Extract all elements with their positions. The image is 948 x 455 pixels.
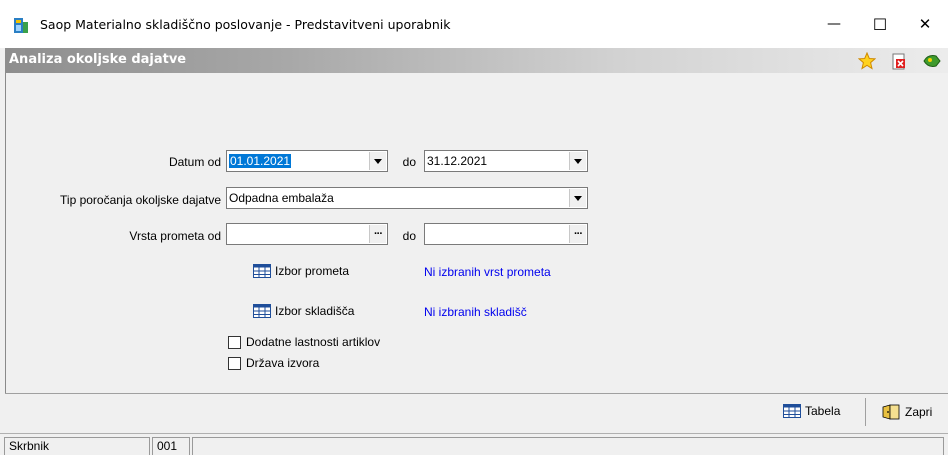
delete-doc-icon[interactable] xyxy=(889,51,909,71)
traffic-from-label: Vrsta prometa od xyxy=(129,229,221,243)
table-icon xyxy=(783,404,801,418)
checkbox-box[interactable] xyxy=(228,335,241,349)
form-header: Analiza okoljske dajatve xyxy=(5,48,948,73)
traffic-to-field[interactable]: ··· xyxy=(424,223,588,245)
status-user: Skrbnik xyxy=(4,437,150,455)
star-icon[interactable] xyxy=(857,51,877,71)
window-title: Saop Materialno skladiščno poslovanje - … xyxy=(40,17,451,32)
select-warehouse-info: Ni izbranih skladišč xyxy=(424,305,527,319)
country-label: Država izvora xyxy=(246,356,320,370)
chevron-down-icon[interactable] xyxy=(369,152,386,170)
table-button-label: Tabela xyxy=(805,404,841,418)
select-warehouse-button[interactable]: Izbor skladišča xyxy=(253,304,354,318)
minimize-button[interactable]: — xyxy=(811,0,857,48)
lookup-button[interactable]: ··· xyxy=(369,225,386,243)
lookup-button[interactable]: ··· xyxy=(569,225,586,243)
status-bar: Skrbnik 001 xyxy=(0,433,948,455)
table-button[interactable]: Tabela xyxy=(783,404,840,418)
status-code: 001 xyxy=(152,437,190,455)
status-message xyxy=(192,437,944,455)
toolbar-separator xyxy=(5,393,948,394)
extra-props-label: Dodatne lastnosti artiklov xyxy=(246,335,381,349)
date-to-field[interactable]: 31.12.2021 xyxy=(424,150,588,172)
table-icon xyxy=(253,304,271,318)
form-left-border xyxy=(5,73,6,393)
select-traffic-info: Ni izbranih vrst prometa xyxy=(424,265,551,279)
form-title: Analiza okoljske dajatve xyxy=(9,52,187,67)
date-to-value: 31.12.2021 xyxy=(427,154,488,168)
extra-props-checkbox[interactable]: Dodatne lastnosti artiklov xyxy=(228,335,380,349)
select-warehouse-label: Izbor skladišča xyxy=(275,304,355,318)
country-checkbox[interactable]: Država izvora xyxy=(228,356,319,370)
chevron-down-icon[interactable] xyxy=(569,152,586,170)
app-icon xyxy=(14,18,28,33)
chevron-down-icon[interactable] xyxy=(569,189,586,207)
close-button[interactable]: Zapri xyxy=(881,404,932,420)
toolbar-divider xyxy=(865,398,866,426)
window-titlebar: Saop Materialno skladiščno poslovanje - … xyxy=(0,0,948,48)
checkbox-box[interactable] xyxy=(228,356,241,370)
close-window-button[interactable]: ✕ xyxy=(902,0,948,48)
date-to-label: do xyxy=(402,155,416,169)
table-icon xyxy=(253,264,271,278)
maximize-button[interactable]: ☐ xyxy=(857,0,903,48)
report-type-select[interactable]: Odpadna embalaža xyxy=(226,187,588,209)
exit-icon[interactable] xyxy=(922,51,942,71)
traffic-from-field[interactable]: ··· xyxy=(226,223,388,245)
select-traffic-label: Izbor prometa xyxy=(275,264,350,278)
close-button-label: Zapri xyxy=(905,405,933,419)
date-from-field[interactable]: 01.01.2021 xyxy=(226,150,388,172)
date-from-value: 01.01.2021 xyxy=(229,154,292,168)
report-type-value: Odpadna embalaža xyxy=(229,191,334,205)
close-door-icon xyxy=(882,404,900,420)
select-traffic-button[interactable]: Izbor prometa xyxy=(253,264,349,278)
date-from-label: Datum od xyxy=(168,155,221,169)
traffic-to-label: do xyxy=(402,229,416,243)
report-type-label: Tip poročanja okoljske dajatve xyxy=(60,193,221,207)
